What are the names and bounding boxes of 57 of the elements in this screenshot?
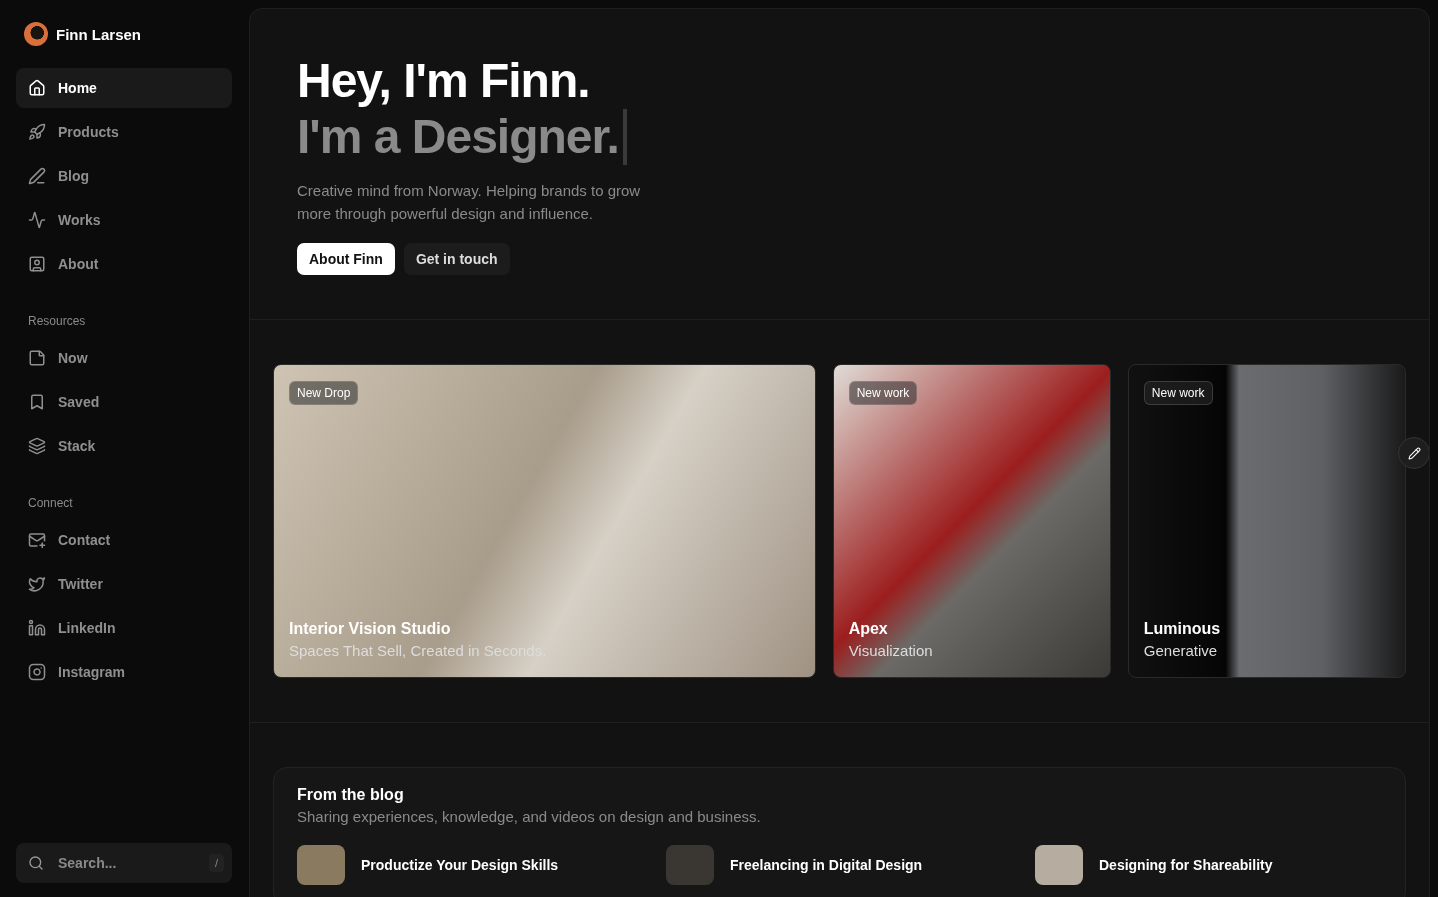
hero-button[interactable]: Get in touch bbox=[403, 243, 510, 275]
mail-icon bbox=[28, 531, 46, 549]
nav-item[interactable]: About bbox=[16, 244, 232, 284]
chart-line-icon bbox=[28, 211, 46, 229]
hero-description: Creative mind from Norway. Helping brands to grow more through powerful design and influence. bbox=[297, 181, 642, 224]
section-title: Resources bbox=[27, 313, 87, 330]
user-square-icon bbox=[28, 255, 46, 273]
home-icon bbox=[28, 79, 46, 97]
bookmark-icon bbox=[28, 393, 46, 411]
hero-button[interactable]: About Finn bbox=[297, 243, 395, 275]
blog-description: Sharing experiences, knowledge, and videos on design and business. bbox=[297, 808, 762, 825]
nav-item[interactable]: Contact bbox=[16, 520, 232, 560]
blog-post[interactable]: Freelancing in Digital Design bbox=[666, 845, 1013, 885]
work-subtitle: Visualization bbox=[848, 642, 934, 659]
layers-icon bbox=[28, 437, 46, 455]
nav-item[interactable]: LinkedIn bbox=[16, 608, 232, 648]
text-cursor bbox=[622, 109, 627, 165]
work-title: Apex bbox=[848, 620, 889, 638]
nav-item[interactable]: Blog bbox=[16, 156, 232, 196]
shortcut-key: / bbox=[208, 854, 224, 872]
rocket-icon bbox=[28, 123, 46, 141]
work-title: Luminous bbox=[1143, 620, 1222, 638]
work-badge: New work bbox=[848, 381, 918, 405]
nav-item[interactable]: Works bbox=[16, 200, 232, 240]
linkedin-icon bbox=[28, 619, 46, 637]
post-thumbnail bbox=[666, 845, 714, 885]
hero-subtitle: I'm a Designer. bbox=[297, 109, 619, 165]
search-icon bbox=[28, 855, 44, 871]
profile-name: Finn Larsen bbox=[56, 25, 141, 43]
nav-item[interactable]: Saved bbox=[16, 382, 232, 422]
work-title: Interior Vision Studio bbox=[289, 620, 452, 638]
work-badge: New Drop bbox=[289, 381, 359, 405]
blog-title: From the blog bbox=[297, 786, 405, 804]
pencil-icon bbox=[28, 167, 46, 185]
nav-item[interactable]: Twitter bbox=[16, 564, 232, 604]
hero-title: Hey, I'm Finn. bbox=[297, 53, 591, 109]
search-field[interactable]: Search... bbox=[56, 854, 197, 872]
blog-post[interactable]: Productize Your Design Skills bbox=[297, 845, 644, 885]
nav-item[interactable]: Stack bbox=[16, 426, 232, 466]
nav-item[interactable]: Instagram bbox=[16, 652, 232, 692]
nav-item[interactable]: Products bbox=[16, 112, 232, 152]
work-badge: New work bbox=[1143, 381, 1213, 405]
pencil-icon bbox=[1407, 446, 1421, 460]
blog-post[interactable]: Designing for Shareability bbox=[1035, 845, 1382, 885]
nav-item[interactable]: Home bbox=[16, 68, 232, 108]
avatar bbox=[24, 22, 48, 46]
search-field[interactable]: Search... / bbox=[16, 843, 232, 883]
work-card[interactable]: New work Luminous Generative bbox=[1127, 364, 1406, 678]
edit-button[interactable] bbox=[1398, 437, 1429, 469]
nav-item[interactable]: Now bbox=[16, 338, 232, 378]
post-thumbnail bbox=[297, 845, 345, 885]
post-thumbnail bbox=[1035, 845, 1083, 885]
instagram-icon bbox=[28, 663, 46, 681]
note-icon bbox=[28, 349, 46, 367]
work-card[interactable]: New work Apex Visualization bbox=[832, 364, 1111, 678]
work-subtitle: Generative bbox=[1143, 642, 1219, 659]
section-title: Connect bbox=[27, 495, 74, 512]
